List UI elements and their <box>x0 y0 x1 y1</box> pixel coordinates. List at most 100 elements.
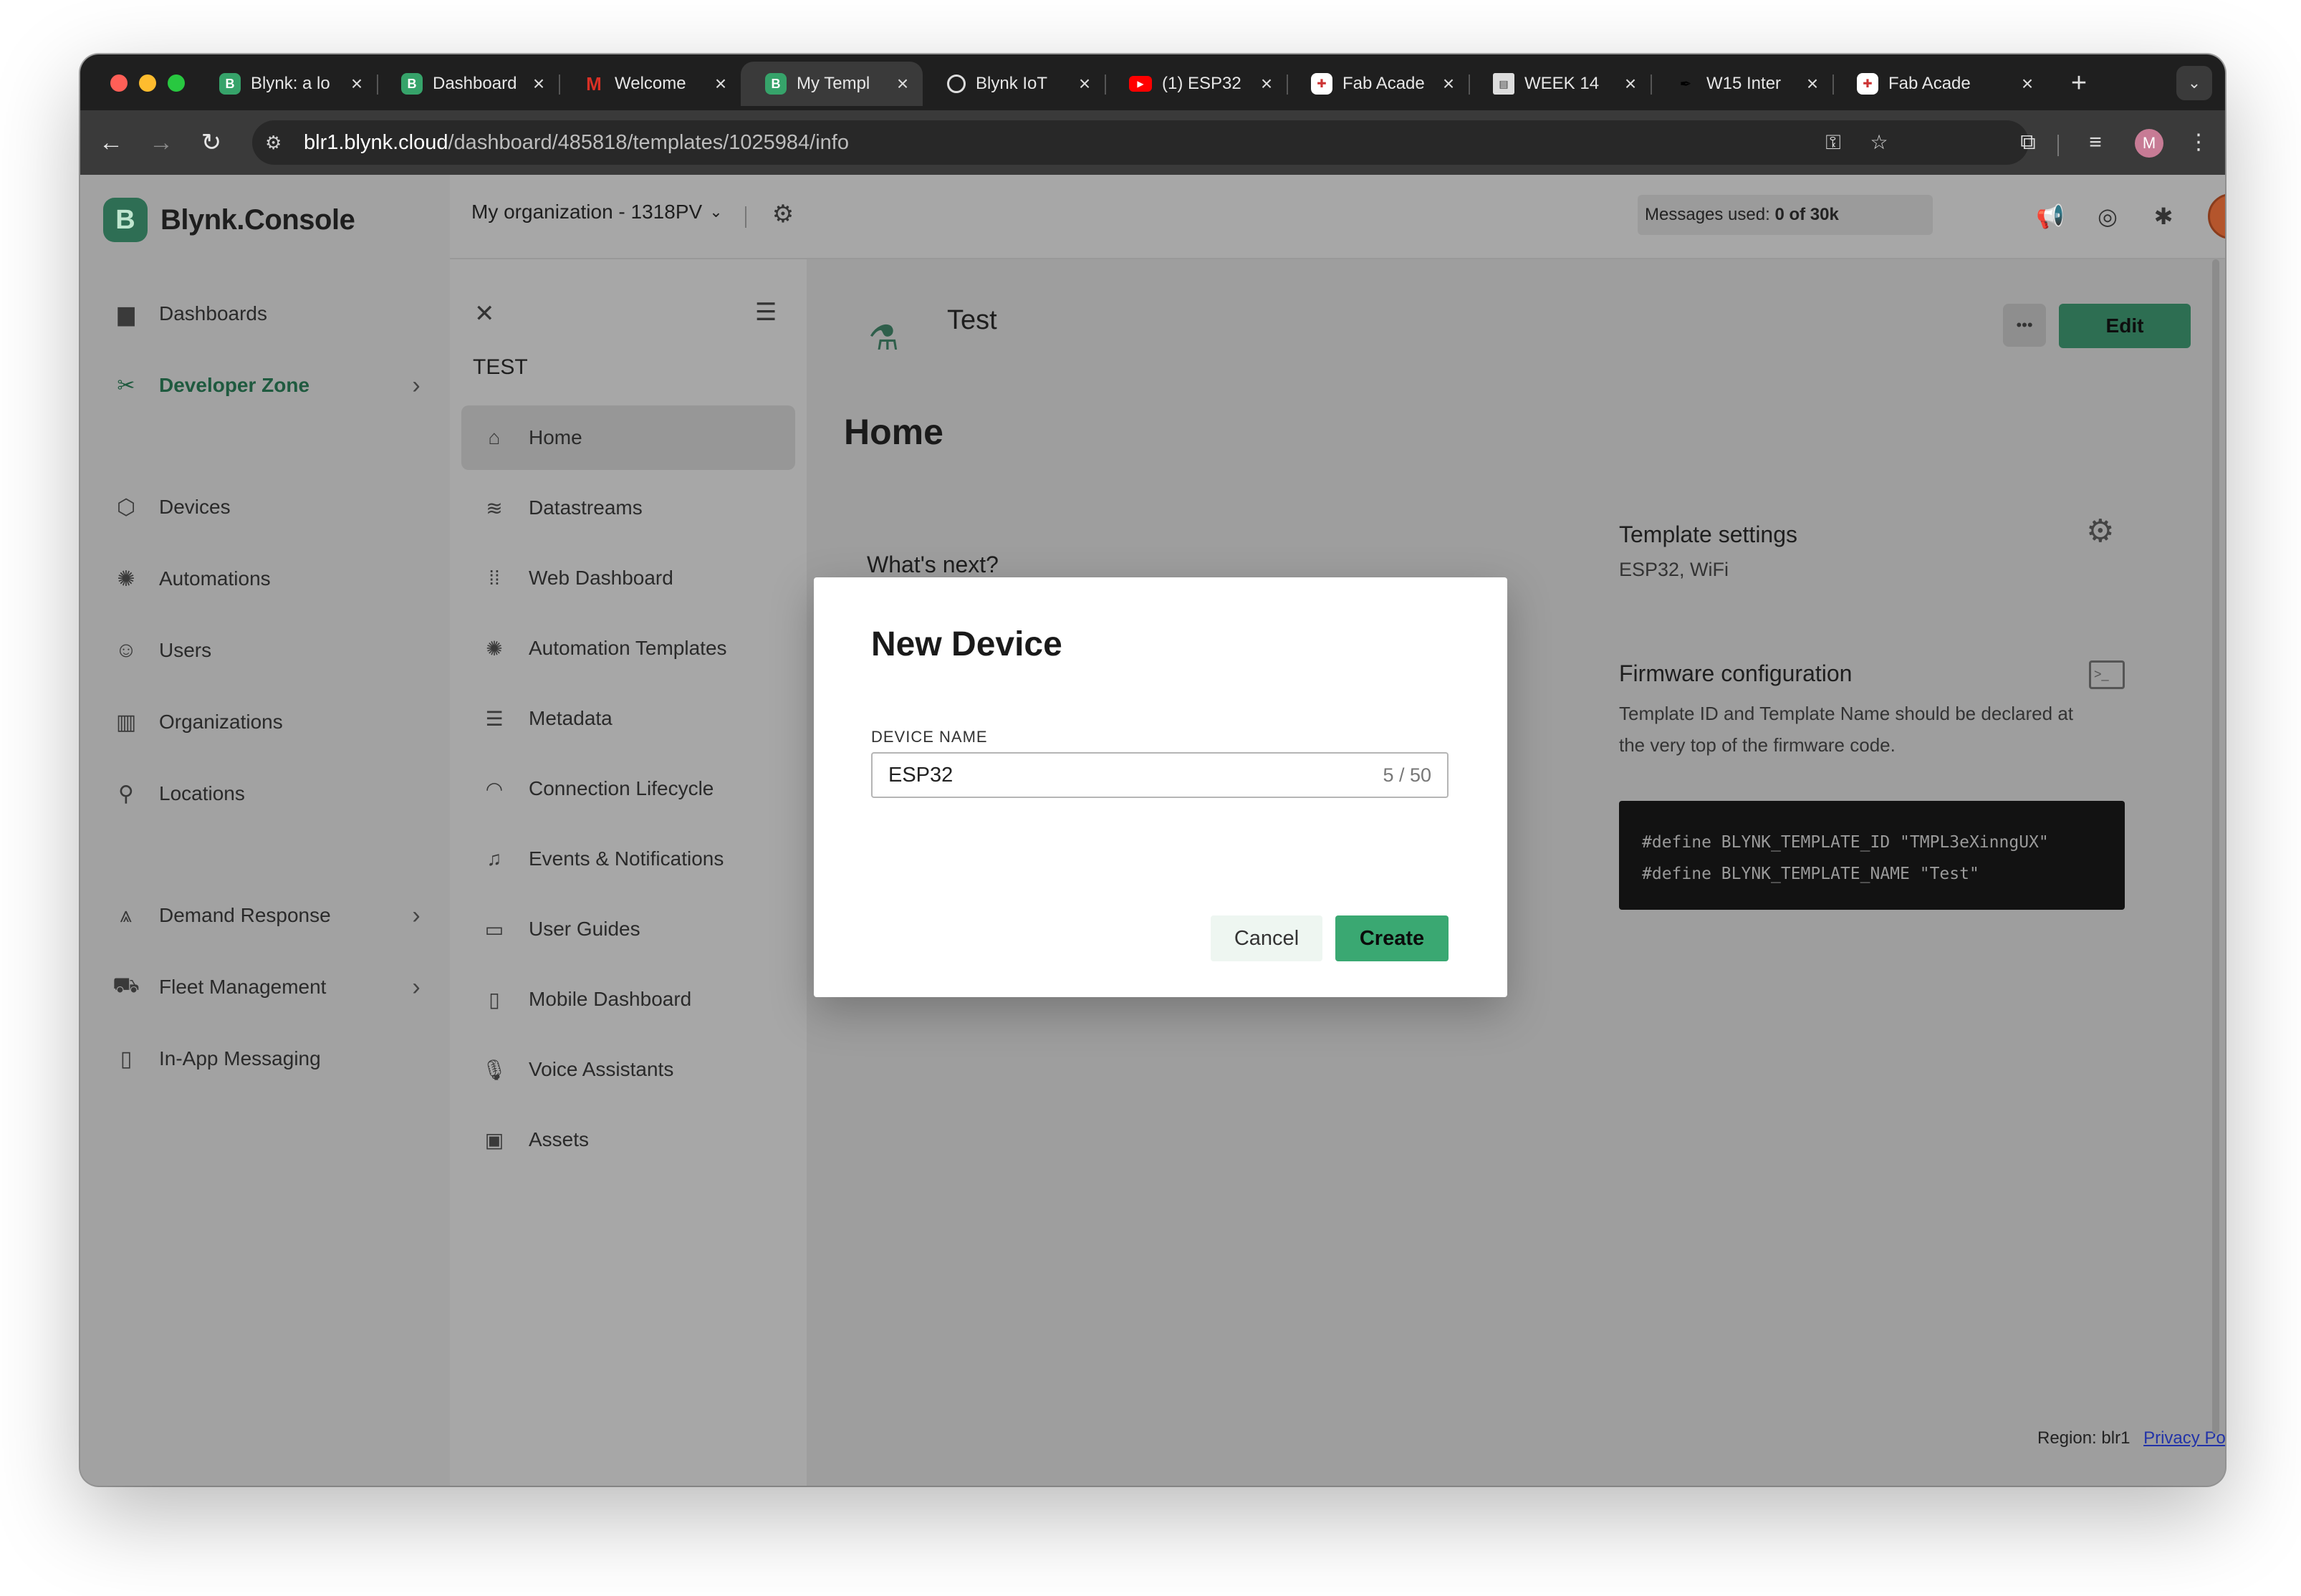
tab-search-chevron-icon[interactable]: ⌄ <box>2176 66 2212 100</box>
automation-icon: ✺ <box>117 567 135 591</box>
firmware-config-description: Template ID and Template Name should be … <box>1619 703 2074 756</box>
close-tab-icon[interactable]: × <box>347 72 367 95</box>
browser-tab[interactable]: ▤ WEEK 14 × <box>1469 62 1651 106</box>
browser-tab[interactable]: ✒ W15 Inter × <box>1651 62 1832 106</box>
sidebar-item-label: Dashboards <box>159 302 267 325</box>
browser-tab-active[interactable]: B My Templ × <box>741 62 923 106</box>
bookmark-star-icon[interactable]: ☆ <box>1864 128 1894 158</box>
close-window-button[interactable] <box>110 74 128 92</box>
browser-tab[interactable]: M Welcome × <box>559 62 741 106</box>
forward-arrow-icon[interactable]: → <box>145 126 178 159</box>
sidebar-item-in-app-messaging[interactable]: ▯ In-App Messaging <box>112 1037 427 1080</box>
browser-tab[interactable]: ▶ (1) ESP32 × <box>1105 62 1287 106</box>
media-queue-icon[interactable]: ≡ <box>2079 126 2112 159</box>
grid-icon: ⁞⁞ <box>489 567 500 589</box>
menu-hamburger-icon[interactable]: ☰ <box>755 298 777 327</box>
browser-toolbar: ← → ↻ ⚙ blr1.blynk.cloud/dashboard/48581… <box>80 110 2225 175</box>
close-icon[interactable]: ✕ <box>474 299 495 328</box>
sidebar-item-dashboards[interactable]: ▆ Dashboards <box>112 292 427 335</box>
password-key-icon[interactable]: ⚿ <box>1818 128 1848 158</box>
feather-favicon-icon: ✒ <box>1679 76 1692 92</box>
scrollbar[interactable] <box>2212 259 2219 1434</box>
subnav-item-datastreams[interactable]: ≋ Datastreams <box>461 476 795 540</box>
subnav-item-label: Connection Lifecycle <box>529 777 714 799</box>
new-tab-button[interactable]: + <box>2060 64 2098 102</box>
browser-tab[interactable]: ✚ Fab Acade × <box>1832 62 2047 106</box>
organization-settings-gear-icon[interactable]: ⚙ <box>765 196 801 232</box>
organization-selector[interactable]: My organization - 1318PV ⌄ <box>471 201 723 223</box>
template-settings-subtitle: ESP32, WiFi <box>1619 559 1729 580</box>
address-bar[interactable]: ⚙ blr1.blynk.cloud/dashboard/485818/temp… <box>252 120 2029 165</box>
close-tab-icon[interactable]: × <box>529 72 549 95</box>
sidebar-item-users[interactable]: ☺ Users <box>112 629 427 672</box>
browser-tab[interactable]: B Dashboard × <box>377 62 559 106</box>
extensions-puzzle-icon[interactable]: ⧉ <box>2012 126 2045 159</box>
subnav-item-assets[interactable]: ▣ Assets <box>461 1107 795 1172</box>
sidebar-item-devices[interactable]: ⬡ Devices <box>112 486 427 529</box>
profile-avatar[interactable]: M <box>2135 129 2163 158</box>
bar-chart-icon: ▆ <box>117 302 135 326</box>
browser-menu-icon[interactable]: ⋮ <box>2182 126 2215 159</box>
sidebar-item-automations[interactable]: ✺ Automations <box>112 557 427 600</box>
sidebar-item-demand-response[interactable]: ⩓ Demand Response › <box>112 894 427 937</box>
bug-report-icon[interactable]: ✱ <box>2146 199 2181 234</box>
close-tab-icon[interactable]: × <box>1802 72 1822 95</box>
brand[interactable]: B Blynk.Console <box>103 198 355 242</box>
close-tab-icon[interactable]: × <box>1438 72 1459 95</box>
sidebar-item-fleet-management[interactable]: ⛟ Fleet Management › <box>112 966 427 1009</box>
subnav-item-mobile-dashboard[interactable]: ▯ Mobile Dashboard <box>461 967 795 1032</box>
subnav-item-label: Voice Assistants <box>529 1058 674 1080</box>
edit-button[interactable]: Edit <box>2059 304 2191 348</box>
sidebar-item-developer-zone[interactable]: ✂ Developer Zone › <box>112 364 427 407</box>
chevron-right-icon: › <box>412 901 421 929</box>
sidebar-item-label: Organizations <box>159 711 283 733</box>
reload-icon[interactable]: ↻ <box>195 126 228 159</box>
book-icon: ▭ <box>484 918 504 941</box>
site-settings-icon[interactable]: ⚙ <box>265 132 294 154</box>
close-tab-icon[interactable]: × <box>1257 72 1277 95</box>
device-name-input[interactable] <box>888 763 1383 787</box>
browser-tab[interactable]: Blynk IoT × <box>923 62 1105 106</box>
subnav-item-user-guides[interactable]: ▭ User Guides <box>461 897 795 961</box>
cancel-button[interactable]: Cancel <box>1211 915 1322 961</box>
firmware-code-block[interactable]: #define BLYNK_TEMPLATE_ID "TMPL3eXinngUX… <box>1619 801 2125 910</box>
tab-title: Fab Acade <box>1888 74 1971 93</box>
help-lifebuoy-icon[interactable]: ◎ <box>2090 199 2125 234</box>
organization-name: My organization - 1318PV <box>471 201 703 223</box>
close-tab-icon[interactable]: × <box>711 72 731 95</box>
terminal-icon[interactable]: >_ <box>2089 660 2125 689</box>
subnav-item-events-notifications[interactable]: ♫ Events & Notifications <box>461 827 795 891</box>
sidebar-item-organizations[interactable]: ▥ Organizations <box>112 701 427 744</box>
automation-icon: ✺ <box>486 637 503 660</box>
subnav-item-connection-lifecycle[interactable]: ◠ Connection Lifecycle <box>461 756 795 821</box>
announcements-megaphone-icon[interactable]: 📢 <box>2033 199 2067 234</box>
close-tab-icon[interactable]: × <box>2017 72 2037 95</box>
close-tab-icon[interactable]: × <box>1075 72 1095 95</box>
template-settings-gear-icon[interactable]: ⚙ <box>2086 513 2114 549</box>
subnav-item-web-dashboard[interactable]: ⁞⁞ Web Dashboard <box>461 546 795 610</box>
top-bar: My organization - 1318PV ⌄ ⚙ Messages us… <box>450 175 2225 259</box>
subnav-item-voice-assistants[interactable]: 🎙 Voice Assistants <box>461 1037 795 1102</box>
user-avatar[interactable] <box>2208 193 2225 239</box>
back-arrow-icon[interactable]: ← <box>95 126 128 159</box>
code-line: #define BLYNK_TEMPLATE_NAME "Test" <box>1642 865 1979 883</box>
subnav-item-automation-templates[interactable]: ✺ Automation Templates <box>461 616 795 681</box>
sidebar-item-label: Users <box>159 639 212 661</box>
minimize-window-button[interactable] <box>139 74 156 92</box>
more-options-button[interactable]: ••• <box>2003 304 2046 347</box>
template-subnav: ✕ ☰ TEST ⌂ Home ≋ Datastreams ⁞⁞ Web Das… <box>450 259 807 1486</box>
subnav-item-metadata[interactable]: ☰ Metadata <box>461 686 795 751</box>
browser-tab[interactable]: B Blynk: a lo × <box>195 62 377 106</box>
sidebar-item-locations[interactable]: ⚲ Locations <box>112 772 427 815</box>
device-name-field[interactable]: 5 / 50 <box>871 752 1449 798</box>
subnav-item-home[interactable]: ⌂ Home <box>461 405 795 470</box>
maximize-window-button[interactable] <box>168 74 185 92</box>
create-button[interactable]: Create <box>1335 915 1449 961</box>
sidebar-item-label: Automations <box>159 567 271 590</box>
close-tab-icon[interactable]: × <box>1620 72 1641 95</box>
close-tab-icon[interactable]: × <box>893 72 913 95</box>
gmail-favicon-icon: M <box>586 72 602 95</box>
tab-title: Welcome <box>615 74 686 93</box>
blynk-favicon-icon: B <box>765 73 787 95</box>
browser-tab[interactable]: ✚ Fab Acade × <box>1287 62 1469 106</box>
